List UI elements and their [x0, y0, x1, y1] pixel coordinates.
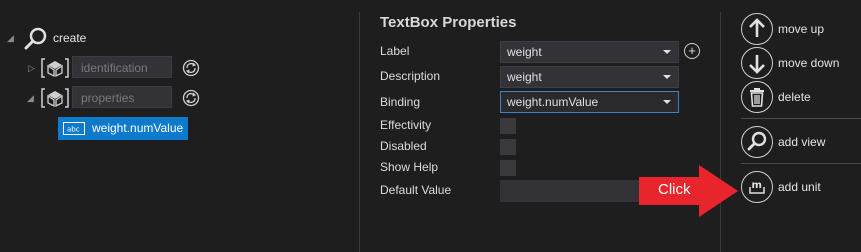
search-icon [24, 27, 47, 50]
callout-text: Click [658, 181, 691, 198]
tree-node-weight-numvalue[interactable]: abc weight.numValue [58, 117, 188, 140]
tree-node-identification[interactable]: identification [72, 56, 172, 78]
add-unit-label: add unit [778, 180, 821, 194]
description-dropdown[interactable]: weight [500, 66, 679, 88]
move-up-label: move up [778, 22, 825, 36]
disabled-field-label: Disabled [380, 139, 427, 153]
add-view-button[interactable]: add view [741, 126, 861, 158]
effectivity-field-label: Effectivity [380, 118, 432, 132]
tree-node-properties[interactable]: properties [72, 86, 172, 108]
click-callout: Click [639, 164, 739, 221]
show-help-field-label: Show Help [380, 160, 439, 174]
delete-label: delete [778, 90, 811, 104]
svg-text:m: m [752, 180, 762, 191]
arrow-up-icon [749, 18, 765, 37]
textbox-icon: abc [63, 122, 85, 135]
add-view-label: add view [778, 135, 826, 149]
unit-icon: m [749, 180, 765, 194]
binding-dropdown-value: weight.numValue [507, 95, 599, 109]
default-value-field-label: Default Value [380, 183, 452, 197]
label-dropdown[interactable]: weight [500, 41, 679, 63]
add-unit-button[interactable]: m add unit [741, 171, 861, 203]
dropdown-arrow-icon [663, 100, 671, 104]
binding-dropdown[interactable]: weight.numValue [500, 91, 679, 113]
component-icon [41, 88, 69, 108]
component-icon [41, 58, 69, 78]
svg-text:abc: abc [67, 126, 80, 134]
show-help-checkbox[interactable] [500, 160, 516, 176]
label-dropdown-value: weight [507, 45, 542, 59]
effectivity-checkbox[interactable] [500, 118, 516, 134]
panel-divider [359, 12, 360, 252]
move-down-button[interactable]: move down [741, 47, 861, 79]
move-up-button[interactable]: move up [741, 13, 861, 45]
toolbar-divider [741, 118, 861, 119]
delete-button[interactable]: delete [741, 81, 861, 113]
description-field-label: Description [380, 69, 441, 83]
search-icon [747, 131, 767, 151]
disabled-checkbox[interactable] [500, 139, 516, 155]
trash-icon [750, 88, 764, 107]
selected-node-label: weight.numValue [92, 121, 184, 135]
add-label-button[interactable]: + [684, 43, 700, 59]
binding-field-label: Binding [380, 95, 421, 109]
move-down-label: move down [778, 56, 840, 70]
collapse-caret-icon[interactable]: ◢ [27, 93, 34, 103]
refresh-icon[interactable] [182, 59, 200, 77]
properties-title: TextBox Properties [380, 14, 517, 31]
label-field-label: Label [380, 44, 410, 58]
expand-caret-icon[interactable]: ▷ [28, 63, 35, 73]
dropdown-arrow-icon [663, 75, 671, 79]
description-dropdown-value: weight [507, 70, 542, 84]
tree-root-label[interactable]: create [53, 30, 86, 46]
toolbar-divider [741, 163, 861, 164]
collapse-caret-icon[interactable]: ◢ [7, 33, 14, 43]
refresh-icon[interactable] [182, 89, 200, 107]
dropdown-arrow-icon [663, 50, 671, 54]
arrow-down-icon [749, 55, 765, 74]
plus-icon: + [688, 43, 696, 58]
